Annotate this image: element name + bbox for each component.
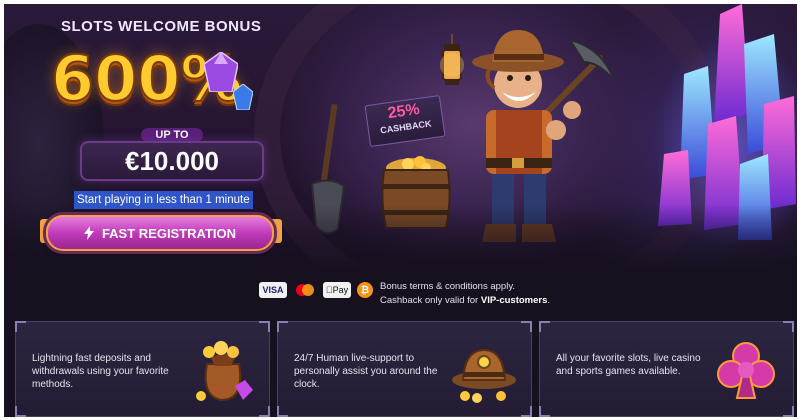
apple-pay-icon: Pay [323,282,351,298]
terms-line-2-prefix: Cashback only valid for [380,295,481,306]
miner-hat-icon [452,348,516,403]
feature-card-support: 24/7 Human live-support to personally as… [277,321,532,417]
terms-line-2-suffix: . [547,295,551,306]
blue-gem-icon [233,84,253,110]
money-bag-icon [196,341,253,402]
payment-methods: VISA Pay ₿ [259,282,373,298]
terms-line-2: Cashback only valid for VIP-customers. [380,294,550,308]
lightning-icon [83,226,94,240]
up-to-label: UP TO [141,128,203,142]
hero-section: 25% CASHBACK SLOTS WELCOME BONUS 600% UP… [4,4,797,272]
bonus-amount: €10.000 [80,141,264,181]
tagline: Start playing in less than 1 minute [74,191,253,209]
feature-text: Lightning fast deposits and withdrawals … [32,353,169,390]
bitcoin-icon: ₿ [357,282,373,298]
feature-cards: Lightning fast deposits and withdrawals … [15,321,794,417]
feature-text: 24/7 Human live-support to personally as… [294,353,438,390]
apple-pay-label: Pay [329,285,349,295]
vip-customers: VIP-customers [480,295,548,306]
fast-registration-label: FAST REGISTRATION [101,225,237,241]
fast-registration-button[interactable]: FAST REGISTRATION [46,215,274,251]
terms-line-1: Bonus terms & conditions apply. [380,281,516,292]
mastercard-icon [296,284,314,296]
feature-text: All your favorite slots, live casino and… [556,353,701,377]
feature-card-deposits: Lightning fast deposits and withdrawals … [15,321,270,417]
club-suit-icon [717,342,775,399]
visa-icon: VISA [259,282,287,298]
feature-card-games: All your favorite slots, live casino and… [539,321,794,417]
promo-banner: 25% CASHBACK SLOTS WELCOME BONUS 600% UP… [4,4,797,417]
promo-headline: SLOTS WELCOME BONUS [61,18,262,35]
terms-text: Bonus terms & conditions apply. Cashback… [380,280,550,308]
